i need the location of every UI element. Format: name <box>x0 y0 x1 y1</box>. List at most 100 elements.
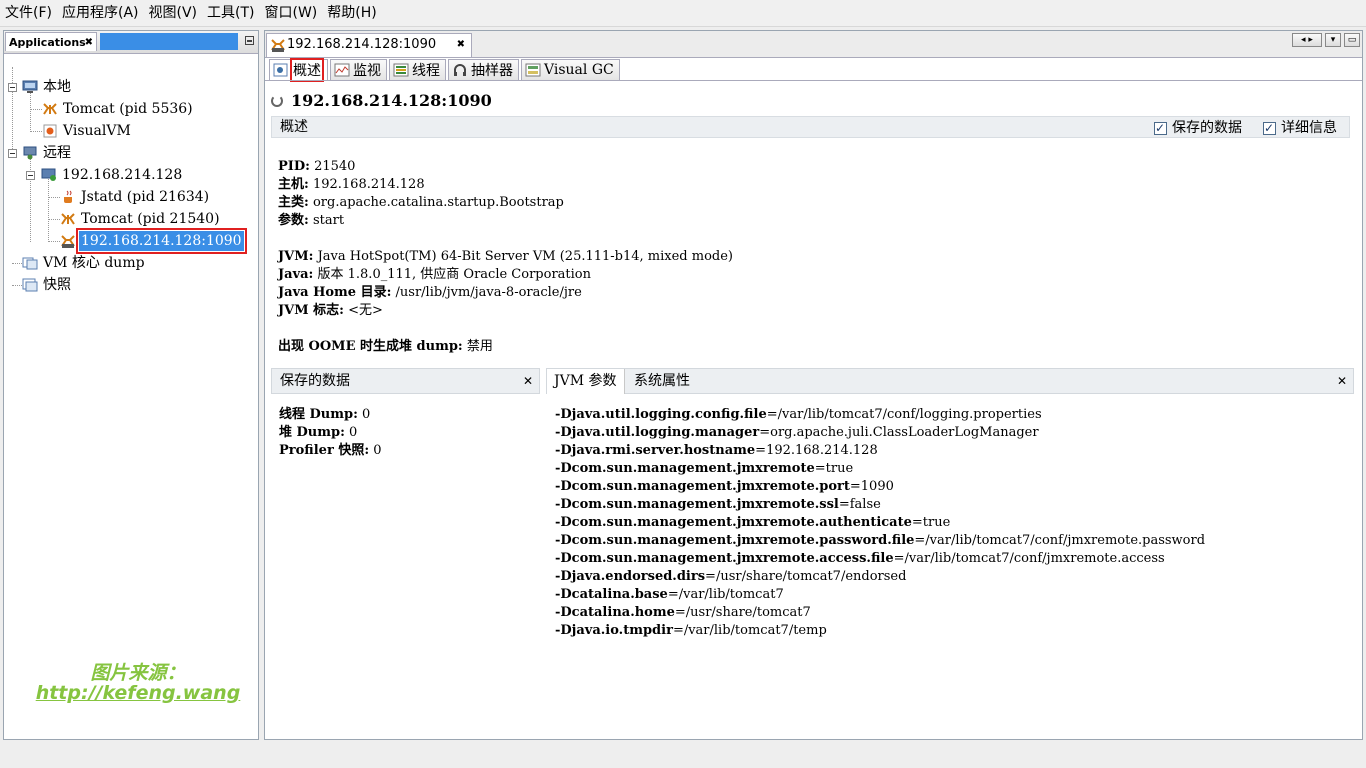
info-value: start <box>312 213 345 228</box>
menu-view[interactable]: 视图(V) <box>144 0 203 26</box>
tomcat-icon <box>42 102 58 116</box>
tab-threads[interactable]: 线程 <box>389 59 446 80</box>
jvm-arg-key: -Djava.util.logging.manager <box>555 425 760 440</box>
tree-node-label: VisualVM <box>63 123 131 139</box>
tab-sampler[interactable]: 抽样器 <box>448 59 519 80</box>
info-value: <无> <box>348 303 383 318</box>
computer-icon <box>22 80 38 94</box>
close-icon[interactable]: ✖ <box>85 33 93 52</box>
collapse-toggle[interactable] <box>8 83 17 92</box>
collapse-toggle[interactable] <box>26 171 35 180</box>
tab-jvm-args[interactable]: JVM 参数 <box>547 369 625 394</box>
jvm-arg-row: -Djava.endorsed.dirs=/usr/share/tomcat7/… <box>555 568 1205 586</box>
jvm-arg-key: -Dcom.sun.management.jmxremote <box>555 461 815 476</box>
info-row-args: 参数: start <box>278 212 564 230</box>
close-icon[interactable]: ✕ <box>1337 369 1347 393</box>
tab-nav-buttons: ◂ ▸ ▾ ▭ <box>1292 33 1360 47</box>
applications-tabbar: Applications ✖ <box>4 31 258 54</box>
loading-spinner-icon <box>271 94 283 107</box>
jvm-arg-value: =true <box>911 515 951 530</box>
jvm-arg-key: -Dcatalina.base <box>555 587 668 602</box>
tab-overview[interactable]: 概述 <box>269 58 328 82</box>
tree-node-label: 192.168.214.128 <box>62 167 183 183</box>
core-dump-icon <box>22 256 38 270</box>
jvm-arg-key: -Djava.io.tmpdir <box>555 623 673 638</box>
close-icon[interactable]: ✖ <box>457 34 465 56</box>
menu-file[interactable]: 文件(F) <box>0 0 57 26</box>
close-icon[interactable]: ✕ <box>523 369 533 393</box>
tree-line <box>30 131 42 132</box>
tree-node-vm-core-dump[interactable]: VM 核心 dump <box>22 253 147 273</box>
jvm-arg-key: -Dcom.sun.management.jmxremote.access.fi… <box>555 551 894 566</box>
menu-applications[interactable]: 应用程序(A) <box>57 0 144 26</box>
info-value: 0 <box>349 425 358 440</box>
jvm-arg-value: =true <box>814 461 854 476</box>
jvm-arg-key: -Djava.endorsed.dirs <box>555 569 706 584</box>
saved-row-thread-dump: 线程 Dump: 0 <box>279 406 382 424</box>
info-label: 线程 Dump: <box>279 407 358 422</box>
tab-threads-label: 线程 <box>412 63 440 79</box>
saved-data-list: 线程 Dump: 0 堆 Dump: 0 Profiler 快照: 0 <box>279 406 382 460</box>
tree-node-label: 本地 <box>43 79 71 95</box>
sampler-icon <box>452 63 468 77</box>
tab-system-properties[interactable]: 系统属性 <box>627 369 697 394</box>
info-label: Profiler 快照: <box>279 443 370 458</box>
applications-tab[interactable]: Applications ✖ <box>5 32 97 51</box>
jvm-arg-value: =/var/lib/tomcat7 <box>667 587 784 602</box>
tree-node-remote[interactable]: 远程 <box>22 143 73 163</box>
details-checkbox-label: 详细信息 <box>1281 120 1337 136</box>
tree-node-jmx-connection[interactable]: 192.168.214.128:1090 <box>60 228 247 254</box>
info-value: 192.168.214.128 <box>312 177 425 192</box>
tree-node-tomcat-local[interactable]: Tomcat (pid 5536) <box>42 99 195 119</box>
info-label: 堆 Dump: <box>279 425 345 440</box>
tree-node-tomcat-remote[interactable]: Tomcat (pid 21540) <box>60 209 222 229</box>
jvm-arg-key: -Dcom.sun.management.jmxremote.port <box>555 479 850 494</box>
info-label: 主机: <box>278 177 309 192</box>
chevron-down-icon[interactable]: ▾ <box>1325 33 1341 47</box>
scroll-tabs-icon[interactable]: ◂ ▸ <box>1292 33 1322 47</box>
tree-node-local[interactable]: 本地 <box>22 77 73 97</box>
document-tab[interactable]: 192.168.214.128:1090 ✖ <box>266 33 472 57</box>
tree-node-snapshots[interactable]: 快照 <box>22 275 73 295</box>
jvm-arg-row: -Djava.io.tmpdir=/var/lib/tomcat7/temp <box>555 622 1205 640</box>
java-cup-icon <box>60 190 76 204</box>
jvm-arg-row: -Djava.rmi.server.hostname=192.168.214.1… <box>555 442 1205 460</box>
jvm-arg-key: -Dcatalina.home <box>555 605 675 620</box>
menu-help[interactable]: 帮助(H) <box>322 0 381 26</box>
jvm-arg-value: =false <box>838 497 881 512</box>
jvm-arg-row: -Dcom.sun.management.jmxremote.port=1090 <box>555 478 1205 496</box>
tree-node-label: VM 核心 dump <box>43 255 145 271</box>
tree-line <box>48 241 60 242</box>
menu-tools[interactable]: 工具(T) <box>202 0 259 26</box>
details-checkbox[interactable]: 详细信息 <box>1263 120 1337 136</box>
tab-monitor-label: 监视 <box>353 63 381 79</box>
host-icon <box>41 168 57 182</box>
overview-icon <box>273 63 289 77</box>
info-row-jvm-flags: JVM 标志: <无> <box>278 302 733 320</box>
info-label: 参数: <box>278 213 309 228</box>
minimize-icon[interactable] <box>245 36 254 45</box>
tree-node-label: Jstatd (pid 21634) <box>81 189 210 205</box>
jmx-tomcat-icon <box>270 38 286 60</box>
jvm-arg-row: -Dcom.sun.management.jmxremote.password.… <box>555 532 1205 550</box>
jvm-arg-value: =/var/lib/tomcat7/conf/logging.propertie… <box>766 407 1042 422</box>
jvm-arg-value: =/var/lib/tomcat7/conf/jmxremote.access <box>893 551 1165 566</box>
info-value: org.apache.catalina.startup.Bootstrap <box>312 195 564 210</box>
jvm-arg-key: -Djava.rmi.server.hostname <box>555 443 756 458</box>
info-value: 0 <box>373 443 382 458</box>
tree-node-jstatd[interactable]: Jstatd (pid 21634) <box>60 187 211 207</box>
info-row-mainclass: 主类: org.apache.catalina.startup.Bootstra… <box>278 194 564 212</box>
maximize-icon[interactable]: ▭ <box>1344 33 1360 47</box>
jvm-arg-row: -Dcom.sun.management.jmxremote=true <box>555 460 1205 478</box>
tab-visual-gc[interactable]: Visual GC <box>521 59 620 80</box>
saved-data-checkbox[interactable]: 保存的数据 <box>1154 120 1242 136</box>
tree-node-remote-host[interactable]: 192.168.214.128 <box>41 165 184 185</box>
info-label: Java Home 目录: <box>278 285 392 300</box>
threads-icon <box>393 63 409 77</box>
tab-monitor[interactable]: 监视 <box>330 59 387 80</box>
tab-visual-gc-label: Visual GC <box>544 62 614 78</box>
tree-line <box>48 197 60 198</box>
menu-window[interactable]: 窗口(W) <box>260 0 323 26</box>
collapse-toggle[interactable] <box>8 149 17 158</box>
tree-node-visualvm[interactable]: VisualVM <box>42 121 133 141</box>
